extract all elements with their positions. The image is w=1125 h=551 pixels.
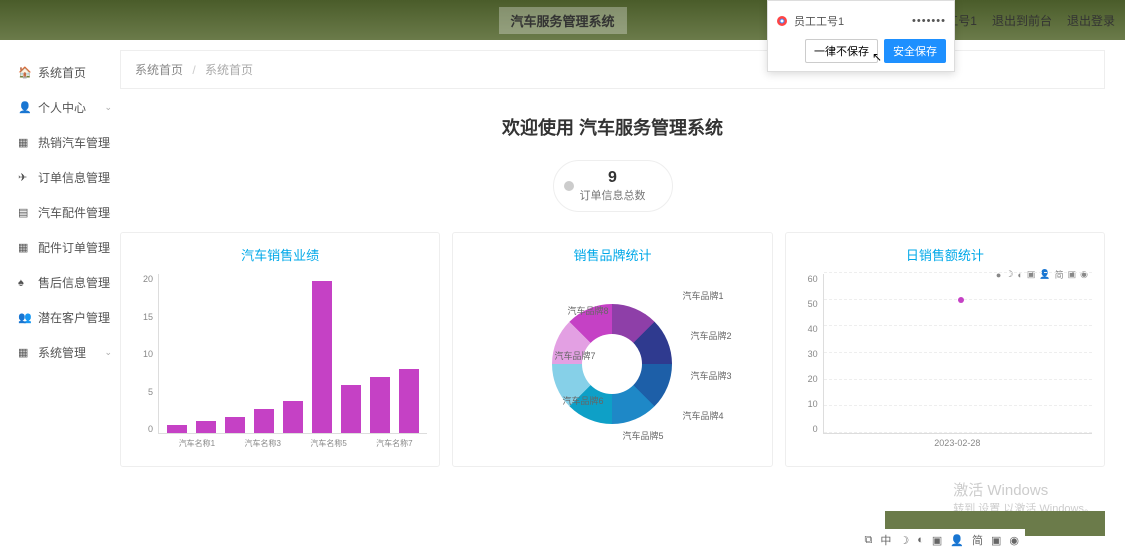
sidebar-label: 个人中心 bbox=[38, 99, 86, 116]
sidebar-label: 售后信息管理 bbox=[38, 274, 110, 291]
sidebar-item-2[interactable]: ▦ 热销汽车管理⌄ bbox=[0, 125, 120, 160]
topnav-logout[interactable]: 退出登录 bbox=[1067, 12, 1115, 29]
sidebar-item-4[interactable]: ▤ 汽车配件管理⌄ bbox=[0, 195, 120, 230]
sidebar-label: 订单信息管理 bbox=[38, 169, 110, 186]
chevron-down-icon: ⌄ bbox=[104, 277, 112, 288]
bar-plot bbox=[158, 274, 427, 434]
sidebar-label: 系统首页 bbox=[38, 64, 86, 81]
sidebar-item-3[interactable]: ✈ 订单信息管理⌄ bbox=[0, 160, 120, 195]
sidebar-icon: ▤ bbox=[18, 206, 32, 219]
save-password-button[interactable]: 安全保存 bbox=[884, 39, 946, 63]
donut-label: 汽车品牌2 bbox=[690, 329, 731, 342]
ime-item[interactable]: 👤 bbox=[950, 534, 964, 547]
card-donut-chart: 销售品牌统计 汽车品牌1汽车品牌2汽车品牌3汽车品牌4汽车品牌5汽车品牌6汽车品… bbox=[452, 232, 772, 467]
donut-label: 汽车品牌1 bbox=[682, 289, 723, 302]
sidebar-item-7[interactable]: 👥 潜在客户管理⌄ bbox=[0, 300, 120, 335]
topbar: 汽车服务管理系统 工工号1 退出到前台 退出登录 bbox=[0, 0, 1125, 40]
ime-item[interactable]: ⧉ bbox=[864, 534, 872, 547]
ime-item[interactable]: ▣ bbox=[991, 534, 1001, 547]
sidebar-icon: 👤 bbox=[18, 101, 32, 114]
sidebar-label: 系统管理 bbox=[38, 344, 86, 361]
card-bar-chart: 汽车销售业绩 20151050 汽车名称1汽车名称3汽车名称5汽车名称7 bbox=[120, 232, 440, 467]
sidebar-item-1[interactable]: 👤 个人中心 ⌄ bbox=[0, 90, 120, 125]
ime-item[interactable]: ☽ bbox=[899, 534, 909, 547]
donut-label: 汽车品牌3 bbox=[690, 369, 731, 382]
never-save-button[interactable]: 一律不保存 bbox=[805, 39, 878, 63]
bar-xaxis: 汽车名称1汽车名称3汽车名称5汽车名称7 bbox=[158, 438, 427, 449]
bar bbox=[370, 377, 390, 433]
donut-chart-title: 销售品牌统计 bbox=[465, 245, 759, 264]
scatter-xlabel: 2023-02-28 bbox=[823, 438, 1092, 448]
chevron-down-icon: ⌄ bbox=[104, 347, 112, 358]
sidebar-icon: 👥 bbox=[18, 311, 32, 324]
ime-item[interactable]: ◐ bbox=[917, 534, 924, 546]
bar-chart-title: 汽车销售业绩 bbox=[133, 245, 427, 264]
donut-label: 汽车品牌7 bbox=[554, 349, 595, 362]
donut-plot: 汽车品牌1 汽车品牌2 汽车品牌3 汽车品牌4 汽车品牌5 汽车品牌6 汽车品牌7 汽车品牌8 bbox=[465, 274, 759, 454]
sidebar: 🏠系统首页👤个人中心⌄▦热销汽车管理⌄✈订单信息管理⌄▤汽车配件管理⌄▦配件订单… bbox=[0, 40, 120, 551]
scatter-point bbox=[958, 297, 964, 303]
popup-user: 员工工号1 bbox=[794, 13, 844, 29]
app-title: 汽车服务管理系统 bbox=[498, 7, 626, 34]
ime-item[interactable]: 中 bbox=[880, 532, 891, 548]
sidebar-icon: ♠ bbox=[18, 277, 32, 289]
ime-item[interactable]: ▣ bbox=[932, 534, 942, 547]
breadcrumb: 系统首页 / 系统首页 bbox=[120, 50, 1105, 89]
chevron-down-icon: ⌄ bbox=[104, 242, 112, 253]
chevron-down-icon: ⌄ bbox=[104, 137, 112, 148]
breadcrumb-sep: / bbox=[192, 63, 195, 77]
scatter-plot bbox=[823, 274, 1092, 434]
popup-password-dots: ••••••• bbox=[912, 15, 946, 27]
ime-item[interactable]: 简 bbox=[972, 532, 983, 548]
scatter-chart-title: 日销售额统计 bbox=[798, 245, 1092, 264]
chevron-down-icon: ⌄ bbox=[104, 312, 112, 323]
topnav-exit-front[interactable]: 退出到前台 bbox=[992, 12, 1052, 29]
sidebar-item-5[interactable]: ▦ 配件订单管理⌄ bbox=[0, 230, 120, 265]
sidebar-item-6[interactable]: ♠ 售后信息管理⌄ bbox=[0, 265, 120, 300]
welcome-title: 欢迎使用 汽车服务管理系统 bbox=[120, 114, 1105, 140]
ime-bar: ⧉ 中 ☽ ◐ ▣ 👤 简 ▣ ◉ bbox=[858, 529, 1025, 551]
stat-label: 订单信息总数 bbox=[570, 187, 656, 203]
stat-dot-icon bbox=[564, 181, 574, 191]
sidebar-icon: ▦ bbox=[18, 346, 32, 359]
sidebar-icon: ▦ bbox=[18, 241, 32, 254]
bar-yaxis: 20151050 bbox=[133, 274, 153, 434]
donut-label: 汽车品牌6 bbox=[562, 394, 603, 407]
sidebar-label: 配件订单管理 bbox=[38, 239, 110, 256]
bar bbox=[254, 409, 274, 433]
card-scatter-chart: 日销售额统计 ●☽◐▣👤简▣◉ 6050403020100 2023-02-28 bbox=[785, 232, 1105, 467]
breadcrumb-current: 系统首页 bbox=[205, 63, 253, 77]
main-content: 系统首页 / 系统首页 欢迎使用 汽车服务管理系统 9 订单信息总数 汽车销售业… bbox=[120, 40, 1125, 551]
chevron-down-icon: ⌄ bbox=[104, 207, 112, 218]
breadcrumb-root[interactable]: 系统首页 bbox=[135, 63, 183, 77]
bar bbox=[312, 281, 332, 433]
chevron-down-icon: ⌄ bbox=[104, 102, 112, 113]
sidebar-item-8[interactable]: ▦ 系统管理 ⌄ bbox=[0, 335, 120, 370]
scatter-yaxis: 6050403020100 bbox=[798, 274, 818, 434]
ime-item[interactable]: ◉ bbox=[1009, 534, 1019, 547]
sidebar-icon: ▦ bbox=[18, 136, 32, 149]
sidebar-item-0[interactable]: 🏠 系统首页 bbox=[0, 55, 120, 90]
topbar-right: 工工号1 退出到前台 退出登录 bbox=[934, 12, 1115, 29]
donut-label: 汽车品牌4 bbox=[682, 409, 723, 422]
bar bbox=[283, 401, 303, 433]
donut-label: 汽车品牌5 bbox=[622, 429, 663, 442]
bar bbox=[167, 425, 187, 433]
bar bbox=[399, 369, 419, 433]
sidebar-label: 汽车配件管理 bbox=[38, 204, 110, 221]
password-save-popup: 员工工号1 ••••••• 一律不保存 安全保存 bbox=[767, 0, 955, 72]
sidebar-label: 潜在客户管理 bbox=[38, 309, 110, 326]
sidebar-icon: 🏠 bbox=[18, 66, 32, 79]
chevron-down-icon: ⌄ bbox=[104, 172, 112, 183]
donut-label: 汽车品牌8 bbox=[567, 304, 608, 317]
bar bbox=[341, 385, 361, 433]
sidebar-icon: ✈ bbox=[18, 171, 32, 184]
cursor-icon: ↖ bbox=[872, 50, 882, 64]
stat-pill: 9 订单信息总数 bbox=[553, 160, 673, 212]
bar bbox=[225, 417, 245, 433]
bar bbox=[196, 421, 216, 433]
stat-value: 9 bbox=[570, 169, 656, 187]
chrome-icon bbox=[776, 15, 788, 27]
sidebar-label: 热销汽车管理 bbox=[38, 134, 110, 151]
